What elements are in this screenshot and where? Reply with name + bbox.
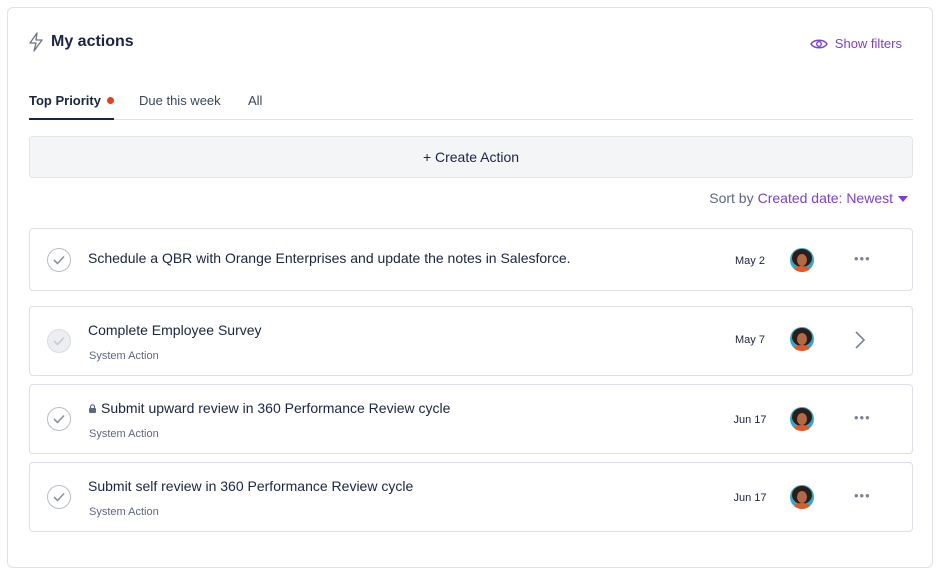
tab-label: Due this week [139, 93, 221, 108]
due-date: Jun 17 [733, 492, 767, 504]
lock-icon [89, 404, 96, 413]
my-actions-panel: My actions Show filters Top Priority Due… [7, 7, 933, 568]
action-card[interactable]: Submit self review in 360 Performance Re… [29, 462, 913, 532]
action-card[interactable]: Complete Employee Survey System Action M… [29, 306, 913, 376]
more-options-icon[interactable]: ••• [854, 410, 871, 425]
sort-dropdown[interactable]: Created date: Newest [758, 190, 893, 206]
caret-down-icon[interactable] [898, 196, 908, 202]
checkmark-icon [53, 492, 65, 502]
tab-label: All [248, 93, 263, 108]
action-subtitle: System Action [89, 428, 159, 440]
tab-due-this-week[interactable]: Due this week [139, 93, 221, 120]
due-date: Jun 17 [733, 414, 767, 426]
complete-checkbox [47, 329, 71, 353]
action-title[interactable]: Schedule a QBR with Orange Enterprises a… [88, 250, 571, 266]
action-subtitle: System Action [89, 506, 159, 518]
avatar [790, 248, 814, 272]
action-subtitle: System Action [89, 350, 159, 362]
avatar [790, 485, 814, 509]
page-title: My actions [51, 33, 134, 50]
show-filters-label: Show filters [834, 36, 902, 51]
avatar [790, 327, 814, 351]
panel-header: My actions Show filters [28, 32, 912, 60]
more-options-icon[interactable]: ••• [854, 251, 871, 266]
tab-bar: Top Priority Due this week All [29, 90, 913, 120]
due-date: May 2 [735, 255, 765, 267]
lightning-icon [29, 32, 43, 52]
action-title-group[interactable]: Submit upward review in 360 Performance … [88, 400, 450, 416]
create-action-button[interactable]: + Create Action [29, 136, 913, 178]
eye-icon [809, 39, 828, 48]
title-group: My actions [28, 32, 134, 52]
checkmark-icon [53, 255, 65, 265]
action-title: Submit upward review in 360 Performance … [101, 400, 451, 416]
more-options-icon[interactable]: ••• [854, 488, 871, 503]
action-card[interactable]: Submit upward review in 360 Performance … [29, 384, 913, 454]
checkmark-icon [53, 414, 65, 424]
avatar [790, 407, 814, 431]
action-card[interactable]: Schedule a QBR with Orange Enterprises a… [29, 228, 913, 291]
sort-control: Sort by Created date: Newest [709, 190, 908, 206]
complete-checkbox[interactable] [47, 485, 71, 509]
notification-dot [106, 97, 114, 104]
sort-prefix: Sort by [709, 190, 754, 206]
show-filters-button[interactable]: Show filters [809, 36, 902, 51]
complete-checkbox[interactable] [47, 407, 71, 431]
action-title[interactable]: Complete Employee Survey [88, 322, 262, 338]
complete-checkbox[interactable] [47, 248, 71, 272]
tab-top-priority[interactable]: Top Priority [29, 93, 114, 120]
chevron-right-icon[interactable] [854, 330, 866, 350]
due-date: May 7 [735, 334, 765, 346]
checkmark-icon [53, 336, 65, 346]
action-title[interactable]: Submit self review in 360 Performance Re… [88, 478, 413, 494]
tab-label: Top Priority [29, 93, 101, 108]
tab-all[interactable]: All [248, 93, 262, 120]
